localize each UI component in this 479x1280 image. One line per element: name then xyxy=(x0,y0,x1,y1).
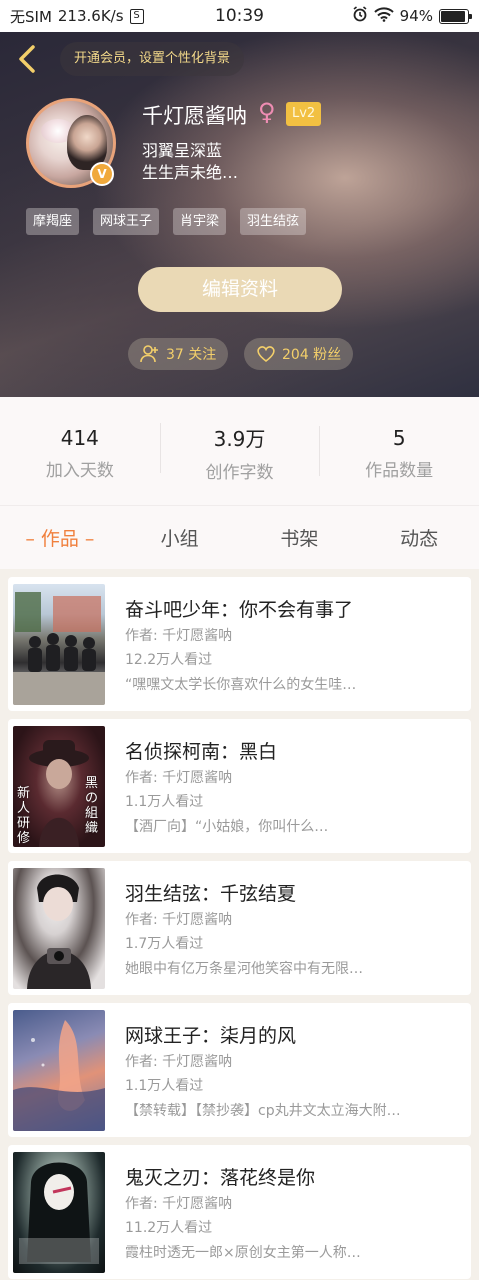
work-views: 11.2万人看过 xyxy=(125,1220,213,1236)
list-item[interactable]: 鬼灭之刃：落花终是你 作者: 千灯愿酱呐 11.2万人看过 霞柱时透无一郎×原创… xyxy=(8,1145,471,1279)
chevron-left-icon xyxy=(19,45,35,73)
work-summary: 霞柱时透无一郎×原创女主第一人称… xyxy=(125,1245,361,1261)
bio-line-1: 羽翼呈深蓝 xyxy=(142,141,223,160)
work-title: 网球王子：柒月的风 xyxy=(125,1025,297,1047)
female-icon: ♀ xyxy=(258,98,276,126)
work-summary: 【酒厂向】“小姑娘，你叫什么… xyxy=(125,819,329,835)
work-title: 名侦探柯南：黑白 xyxy=(125,741,278,763)
status-right: 94% xyxy=(352,6,472,26)
work-title: 鬼灭之刃：落花终是你 xyxy=(125,1167,316,1189)
sim-icon: S xyxy=(129,8,144,24)
works-list: 奋斗吧少年：你不会有事了 作者: 千灯愿酱呐 12.2万人看过 “嘿嘿文太学长你… xyxy=(8,577,471,1280)
stat-works: 5 作品数量 xyxy=(319,422,479,481)
vip-background-banner[interactable]: 开通会员，设置个性化背景 xyxy=(60,42,245,76)
work-title: 羽生结弦：千弦结夏 xyxy=(125,883,297,905)
bio: 羽翼呈深蓝 生生声未绝… xyxy=(142,140,238,184)
book-cover[interactable] xyxy=(13,584,105,705)
work-views: 1.1万人看过 xyxy=(125,1078,204,1094)
cover-title-left: 新人研修 xyxy=(17,786,31,846)
tab-bookshelf[interactable]: 书架 xyxy=(240,524,360,551)
stat-value: 5 xyxy=(392,425,406,450)
list-item[interactable]: 羽生结弦：千弦结夏 作者: 千灯愿酱呐 1.7万人看过 她眼中有亿万条星河他笑容… xyxy=(8,861,471,995)
stat-label: 作品数量 xyxy=(365,460,434,481)
work-views: 1.1万人看过 xyxy=(125,794,204,810)
following-count: 37 关注 xyxy=(166,347,217,363)
book-cover[interactable] xyxy=(13,1010,105,1131)
battery-icon xyxy=(439,8,472,24)
tag[interactable]: 羽生结弦 xyxy=(240,208,307,235)
work-views: 1.7万人看过 xyxy=(125,936,204,952)
cover-illustration xyxy=(19,1162,99,1264)
work-author: 作者: 千灯愿酱呐 xyxy=(125,770,233,786)
tag[interactable]: 摩羯座 xyxy=(26,208,80,235)
back-button[interactable] xyxy=(14,44,40,74)
tab-works[interactable]: – 作品 – xyxy=(0,524,120,551)
bio-line-2: 生生声未绝… xyxy=(142,163,239,182)
stat-label: 加入天数 xyxy=(45,460,114,481)
fans-count: 204 粉丝 xyxy=(282,347,342,363)
username: 千灯愿酱呐 xyxy=(142,104,247,128)
edit-profile-button[interactable]: 编辑资料 xyxy=(138,267,342,312)
work-author: 作者: 千灯愿酱呐 xyxy=(125,912,233,928)
stat-value: 414 xyxy=(60,425,99,450)
stat-label: 创作字数 xyxy=(205,463,274,483)
fans-button[interactable]: 204 粉丝 xyxy=(244,338,354,370)
user-plus-icon xyxy=(140,345,158,363)
heart-icon xyxy=(257,346,275,363)
alarm-icon xyxy=(352,6,368,26)
tab-groups[interactable]: 小组 xyxy=(120,524,240,551)
work-summary: 【禁转载】【禁抄袭】cp丸井文太立海大附… xyxy=(125,1103,401,1119)
work-summary: “嘿嘿文太学长你喜欢什么的女生哇… xyxy=(125,677,357,693)
carrier-text: 无SIM xyxy=(10,7,52,26)
tag-list: 摩羯座 网球王子 肖宇梁 羽生结弦 xyxy=(26,208,307,235)
battery-fill xyxy=(441,10,466,22)
cover-illustration xyxy=(27,874,91,989)
book-cover[interactable]: 新人研修 黑の組織 xyxy=(13,726,105,847)
tab-activity[interactable]: 动态 xyxy=(359,524,479,551)
stat-value: 3.9万 xyxy=(213,427,266,451)
network-speed: 213.6K/s xyxy=(57,7,124,25)
work-author: 作者: 千灯愿酱呐 xyxy=(125,628,233,644)
work-author: 作者: 千灯愿酱呐 xyxy=(125,1054,233,1070)
profile-tabs: – 作品 – 小组 书架 动态 xyxy=(0,505,479,569)
cover-illustration xyxy=(13,1020,105,1131)
cover-illustration xyxy=(13,592,105,705)
work-views: 12.2万人看过 xyxy=(125,652,213,668)
tag[interactable]: 肖宇梁 xyxy=(173,208,227,235)
stat-days: 414 加入天数 xyxy=(0,422,160,481)
list-item[interactable]: 网球王子：柒月的风 作者: 千灯愿酱呐 1.1万人看过 【禁转载】【禁抄袭】cp… xyxy=(8,1003,471,1137)
verified-badge: V xyxy=(90,162,114,186)
stats-bar: 414 加入天数 3.9万 创作字数 5 作品数量 xyxy=(0,397,479,505)
level-badge: Lv2 xyxy=(286,102,322,126)
work-title: 奋斗吧少年：你不会有事了 xyxy=(125,599,354,621)
work-summary: 她眼中有亿万条星河他笑容中有无限… xyxy=(125,961,363,977)
book-cover[interactable] xyxy=(13,868,105,989)
list-item[interactable]: 奋斗吧少年：你不会有事了 作者: 千灯愿酱呐 12.2万人看过 “嘿嘿文太学长你… xyxy=(8,577,471,711)
battery-percent: 94% xyxy=(399,7,433,25)
list-item[interactable]: 新人研修 黑の組織 名侦探柯南：黑白 作者: 千灯愿酱呐 1.1万人看过 【酒厂… xyxy=(8,719,471,853)
work-author: 作者: 千灯愿酱呐 xyxy=(125,1196,233,1212)
book-cover[interactable] xyxy=(13,1152,105,1273)
profile-header: 开通会员，设置个性化背景 V 千灯愿酱呐 ♀ Lv2 羽翼呈深蓝 生生声未绝… … xyxy=(0,32,479,397)
stat-words: 3.9万 创作字数 xyxy=(159,419,320,483)
wifi-icon xyxy=(373,6,394,26)
cover-title-right: 黑の組織 xyxy=(85,776,99,836)
tag[interactable]: 网球王子 xyxy=(93,208,160,235)
following-button[interactable]: 37 关注 xyxy=(128,338,229,370)
status-left: 无SIM 213.6K/s S xyxy=(10,6,144,27)
status-bar: 无SIM 213.6K/s S 10:39 94% xyxy=(0,0,479,32)
